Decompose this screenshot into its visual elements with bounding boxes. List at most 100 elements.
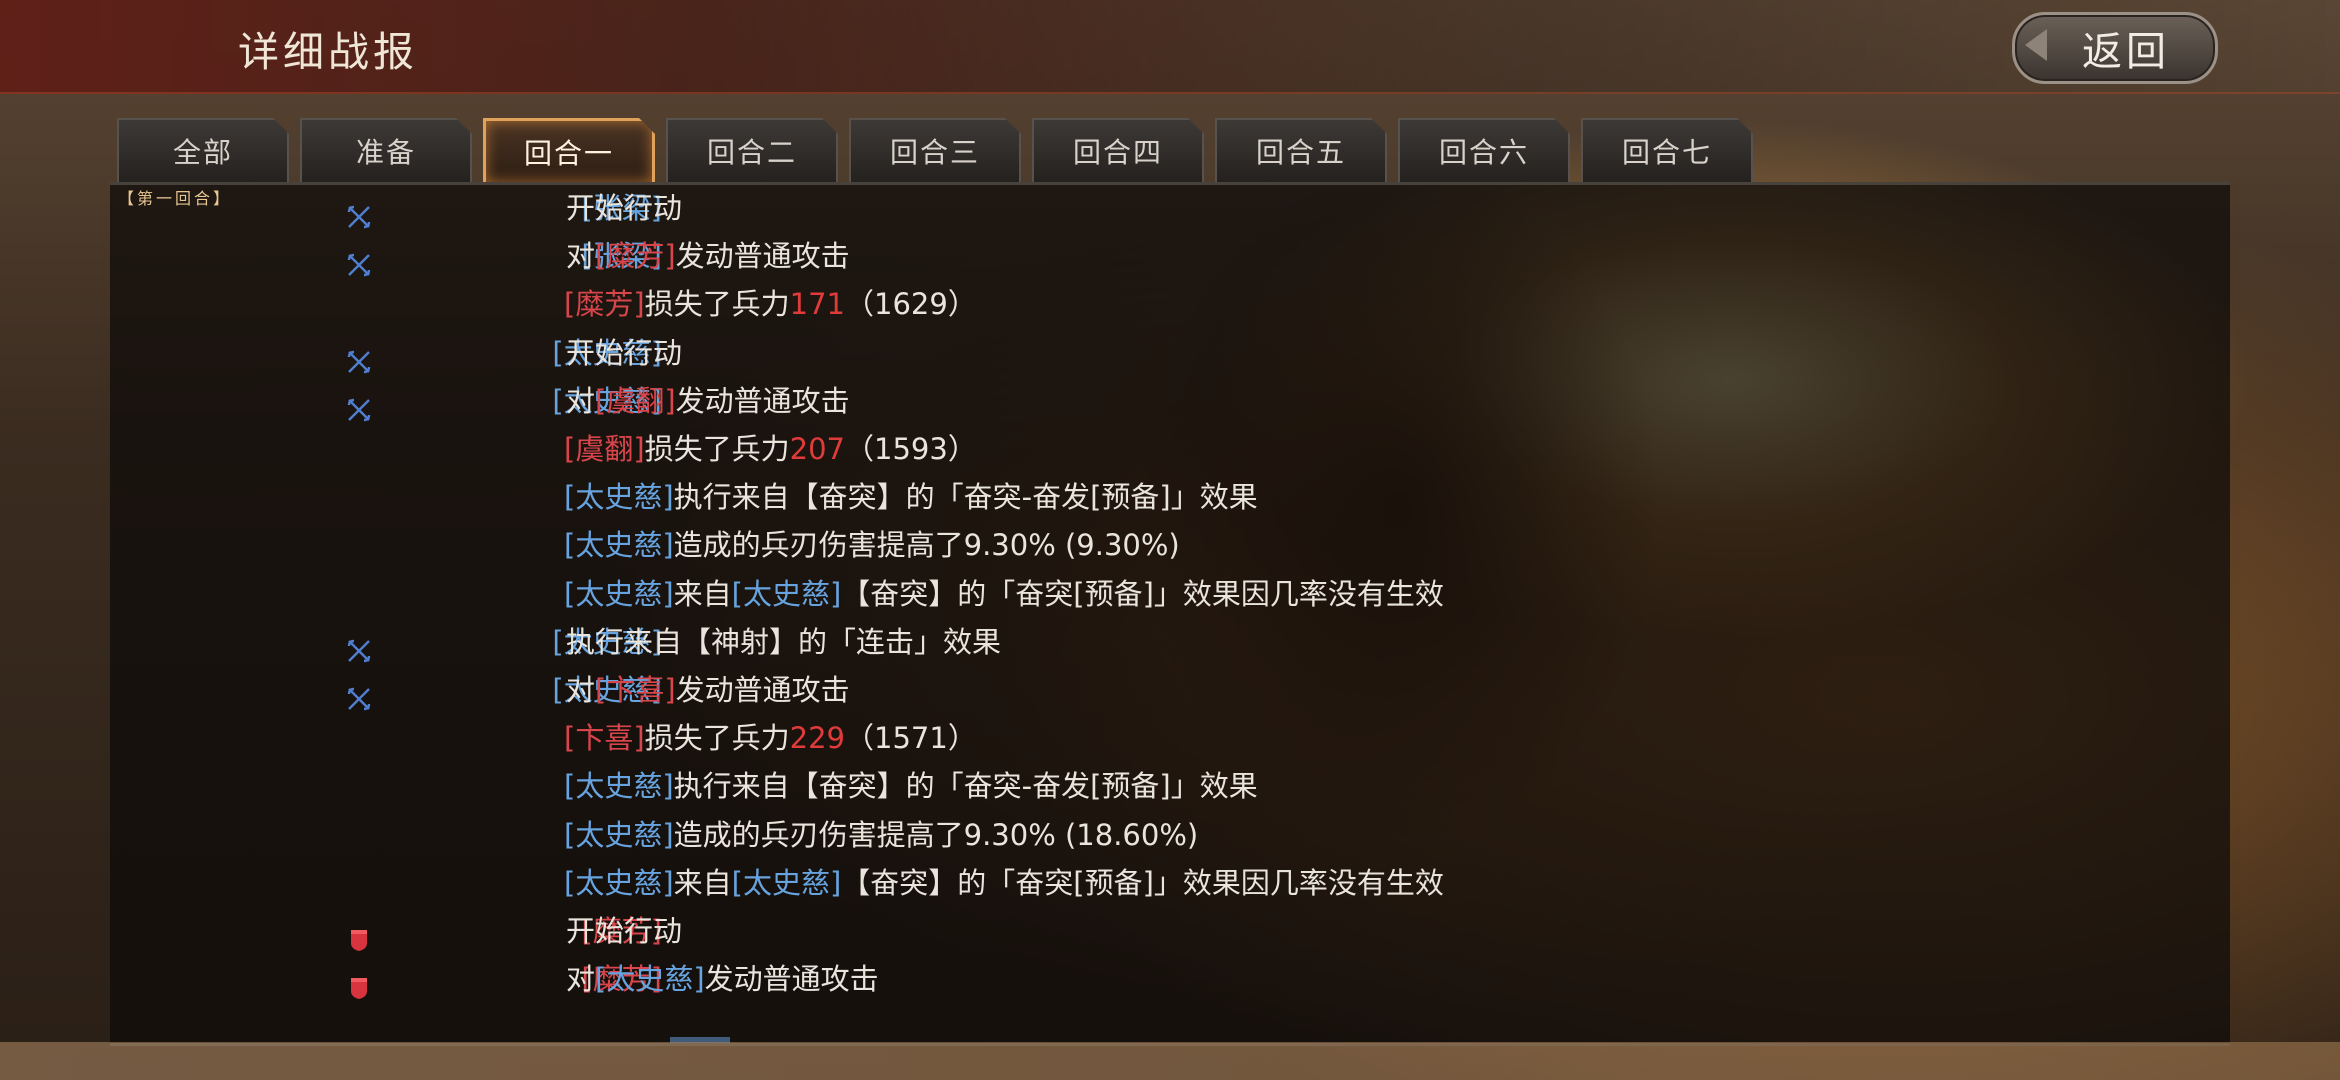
back-button-label: 返回: [2082, 29, 2170, 75]
log-row: [太史慈] 对[虞翻]发动普通攻击: [110, 378, 2230, 424]
log-text: 发动普通攻击: [675, 383, 850, 418]
tab-7[interactable]: 回合六: [1398, 118, 1570, 182]
log-row: [糜芳] 对[太史慈]发动普通攻击: [110, 956, 2230, 1002]
bow-icon: [346, 342, 372, 373]
log-text: 执行来自【奋突】的「奋突-奋发[预备]」效果: [673, 769, 1258, 804]
unit-name: [太史慈]: [731, 576, 842, 611]
log-text: 开始行动: [566, 914, 683, 948]
battle-log-panel[interactable]: 【第一回合】 [张梁] 开始行动 [张梁] 对[糜芳]发动普通攻击 [糜芳]损失了兵力1…: [110, 182, 2230, 1046]
tab-5[interactable]: 回合四: [1032, 118, 1204, 182]
log-row: [太史慈] 开始行动: [110, 330, 2230, 376]
log-content: [太史慈]执行来自【奋突】的「奋突-奋发[预备]」效果: [564, 763, 1258, 809]
back-arrow-icon: [2025, 29, 2047, 61]
log-text: 对: [566, 962, 596, 997]
log-content: 对[卞喜]发动普通攻击: [566, 667, 850, 713]
log-text: 开始行动: [566, 335, 683, 370]
log-row: [太史慈]造成的兵刃伤害提高了9.30% (18.60%): [110, 812, 2230, 858]
unit-name: [太史慈]: [564, 769, 674, 804]
bottom-strip: [0, 1042, 2340, 1080]
unit-name: [太史慈]: [564, 528, 674, 563]
log-row: [糜芳]损失了兵力171（1629）: [110, 281, 2230, 327]
log-text: （1593）: [845, 432, 977, 466]
bow-icon: [346, 245, 372, 277]
bow-icon: [346, 679, 372, 711]
unit-name: [卞喜]: [564, 721, 645, 756]
log-text: 损失了兵力: [644, 432, 790, 466]
log-text: 损失了兵力: [644, 721, 790, 756]
unit-name: [太史慈]: [564, 480, 674, 515]
unit-name: [虞翻]: [595, 383, 676, 418]
log-text: 造成的兵刃伤害提高了9.30% (18.60%): [673, 817, 1199, 852]
log-row: [太史慈]来自[太史慈]【奋突】的「奋突[预备]」效果因几率没有生效: [110, 860, 2230, 906]
log-content: [卞喜]损失了兵力229（1571）: [564, 715, 977, 761]
log-row: [虞翻]损失了兵力207（1593）: [110, 426, 2230, 472]
shield-icon: [346, 920, 372, 951]
unit-name: [太史慈]: [731, 865, 842, 900]
log-text: 发动普通攻击: [675, 239, 850, 274]
tab-4[interactable]: 回合三: [849, 118, 1021, 182]
unit-name: [糜芳]: [595, 239, 676, 274]
log-text: 发动普通攻击: [675, 673, 850, 707]
log-text: 执行来自【奋突】的「奋突-奋发[预备]」效果: [673, 480, 1258, 515]
log-content: 对[糜芳]发动普通攻击: [566, 233, 850, 279]
tab-2[interactable]: 回合一: [483, 118, 655, 182]
unit-name: [虞翻]: [564, 432, 645, 466]
log-row: [糜芳] 开始行动: [110, 908, 2230, 954]
log-text: 对: [566, 239, 596, 274]
log-content: [太史慈]造成的兵刃伤害提高了9.30% (9.30%): [564, 522, 1180, 568]
log-text: 来自: [673, 576, 732, 611]
bow-icon: [346, 390, 372, 421]
bow-icon: [346, 197, 372, 229]
log-text: 发动普通攻击: [704, 962, 879, 997]
log-content: 对[虞翻]发动普通攻击: [566, 378, 850, 424]
log-row: [太史慈]来自[太史慈]【奋突】的「奋突[预备]」效果因几率没有生效: [110, 571, 2230, 617]
log-content: [虞翻]损失了兵力207（1593）: [564, 426, 977, 472]
log-row: [太史慈] 对[卞喜]发动普通攻击: [110, 667, 2230, 713]
tab-6[interactable]: 回合五: [1215, 118, 1387, 182]
header-bar: 详细战报 返回: [0, 0, 2340, 94]
log-text: 对: [566, 383, 596, 418]
log-text: 执行来自【神射】的「连击」效果: [566, 624, 1002, 659]
page-title: 详细战报: [238, 28, 418, 76]
unit-name: [太史慈]: [564, 865, 674, 900]
tab-1[interactable]: 准备: [300, 118, 472, 182]
log-row: [张梁] 开始行动: [110, 185, 2230, 231]
tab-3[interactable]: 回合二: [666, 118, 838, 182]
log-row: [太史慈]执行来自【奋突】的「奋突-奋发[预备]」效果: [110, 763, 2230, 809]
tab-8[interactable]: 回合七: [1581, 118, 1753, 182]
log-content: 对[太史慈]发动普通攻击: [566, 956, 879, 1002]
shield-icon: [346, 968, 372, 1000]
log-row: [太史慈] 执行来自【神射】的「连击」效果: [110, 619, 2230, 665]
log-content: 开始行动: [566, 185, 682, 231]
unit-name: [糜芳]: [564, 287, 645, 322]
damage-value: 207: [789, 432, 846, 466]
log-text: 损失了兵力: [644, 287, 790, 322]
log-content: [糜芳]损失了兵力171（1629）: [564, 281, 977, 327]
log-row: [卞喜]损失了兵力229（1571）: [110, 715, 2230, 761]
tab-0[interactable]: 全部: [117, 118, 289, 182]
log-row: [张梁] 对[糜芳]发动普通攻击: [110, 233, 2230, 279]
log-content: [太史慈]执行来自【奋突】的「奋突-奋发[预备]」效果: [564, 474, 1258, 520]
log-content: [太史慈]来自[太史慈]【奋突】的「奋突[预备]」效果因几率没有生效: [564, 571, 1444, 617]
damage-value: 171: [789, 287, 846, 322]
log-content: 开始行动: [566, 908, 682, 954]
log-content: [太史慈]来自[太史慈]【奋突】的「奋突[预备]」效果因几率没有生效: [564, 860, 1444, 906]
log-row: [太史慈]造成的兵刃伤害提高了9.30% (9.30%): [110, 522, 2230, 568]
log-content: 执行来自【神射】的「连击」效果: [566, 619, 1001, 665]
unit-name: [太史慈]: [564, 817, 674, 852]
unit-name: [卞喜]: [595, 673, 676, 707]
log-text: 对: [566, 673, 596, 707]
back-button[interactable]: 返回: [2012, 12, 2218, 84]
log-row: [太史慈]执行来自【奋突】的「奋突-奋发[预备]」效果: [110, 474, 2230, 520]
round-tabs: 全部 准备 回合一 回合二 回合三 回合四 回合五 回合六 回合七: [117, 118, 1753, 184]
log-text: （1629）: [845, 287, 977, 322]
log-content: [太史慈]造成的兵刃伤害提高了9.30% (18.60%): [564, 812, 1198, 858]
bow-icon: [346, 631, 372, 662]
log-text: （1571）: [845, 721, 977, 756]
log-text: 造成的兵刃伤害提高了9.30% (9.30%): [673, 528, 1180, 563]
unit-name: [太史慈]: [564, 576, 674, 611]
damage-value: 229: [789, 721, 846, 756]
log-text: 【奋突】的「奋突[预备]」效果因几率没有生效: [841, 865, 1444, 900]
log-text: 来自: [673, 865, 732, 900]
unit-name: [太史慈]: [595, 962, 705, 997]
